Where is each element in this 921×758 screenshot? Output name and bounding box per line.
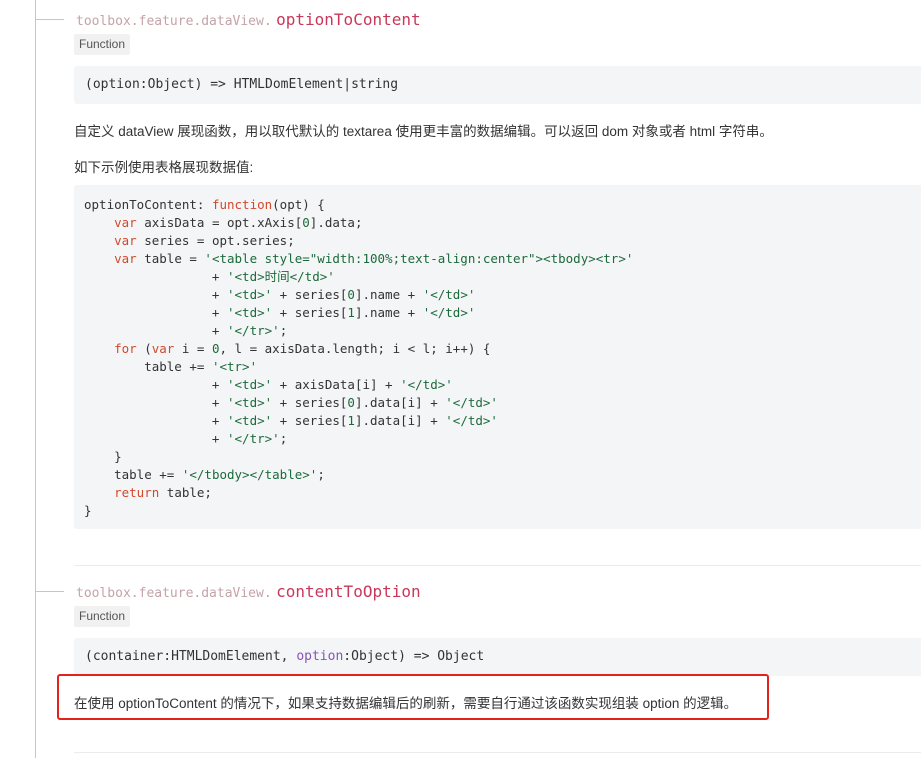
code-block: optionToContent: function(opt) { var axi… [74,185,921,529]
signature-keyword: option [296,649,344,664]
type-signature: (container:HTMLDomElement, option:Object… [74,638,921,676]
property-title: toolbox.feature.dataView. optionToConten… [76,10,421,30]
type-badge: Function [74,34,131,55]
property-description: 自定义 dataView 展现函数，用以取代默认的 textarea 使用更丰富… [74,124,773,139]
signature-part: :Object) => Object [343,649,485,664]
highlight-annotation-box [57,674,769,720]
example-intro: 如下示例使用表格展现数据值: [74,160,254,175]
signature-part: (container:HTMLDomElement, [85,649,297,664]
section-divider [74,565,921,566]
type-badge: Function [74,606,131,627]
tree-branch-line [35,19,64,20]
section-divider [74,752,921,753]
tree-guide-line [35,0,36,758]
property-title: toolbox.feature.dataView. contentToOptio… [76,582,421,602]
tree-branch-line [35,591,64,592]
property-path-prefix: toolbox.feature.dataView. [76,586,272,601]
property-name[interactable]: contentToOption [276,582,421,601]
property-path-prefix: toolbox.feature.dataView. [76,14,272,29]
property-name[interactable]: optionToContent [276,10,421,29]
code-content: optionToContent: function(opt) { var axi… [84,197,634,518]
type-signature: (option:Object) => HTMLDomElement|string [74,66,921,104]
